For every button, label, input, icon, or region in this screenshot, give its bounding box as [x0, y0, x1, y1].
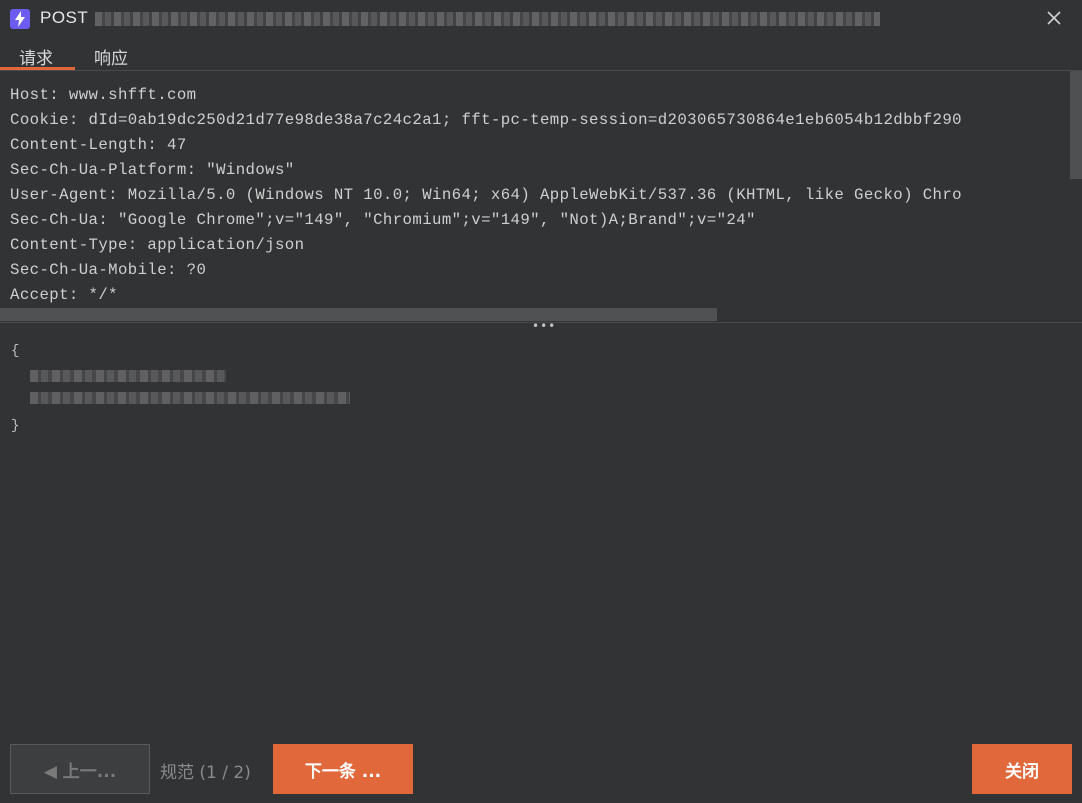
title-bar: POST: [0, 0, 1082, 36]
horizontal-scrollbar[interactable]: [0, 308, 717, 321]
close-button[interactable]: 关闭: [972, 744, 1072, 794]
header-line: Accept: */*: [10, 286, 118, 304]
body-line-redacted: [30, 370, 226, 382]
resize-grip-icon[interactable]: •••: [532, 319, 556, 333]
body-open-brace: {: [11, 343, 20, 359]
header-line: Host: www.shfft.com: [10, 86, 197, 104]
prev-button[interactable]: ◀ 上一...: [10, 744, 150, 794]
header-line: User-Agent: Mozilla/5.0 (Windows NT 10.0…: [10, 186, 962, 204]
lightning-icon: [10, 9, 30, 29]
request-headers-panel: Host: www.shfft.com Cookie: dId=0ab19dc2…: [0, 71, 1070, 307]
tab-bar: 请求 响应: [0, 36, 1082, 71]
vertical-scrollbar[interactable]: [1070, 71, 1082, 179]
body-close-brace: }: [11, 418, 20, 434]
header-line: Content-Length: 47: [10, 136, 187, 154]
header-line: Sec-Ch-Ua-Platform: "Windows": [10, 161, 295, 179]
body-line-redacted: [30, 392, 350, 404]
next-button[interactable]: 下一条 ...: [273, 744, 413, 794]
close-icon[interactable]: [1044, 8, 1064, 28]
request-url-redacted: [95, 12, 880, 26]
request-method: POST: [40, 8, 89, 27]
active-tab-indicator: [0, 67, 75, 70]
tab-response[interactable]: 响应: [94, 44, 128, 69]
header-line: Content-Type: application/json: [10, 236, 305, 254]
spec-counter: 规范 (1 / 2): [160, 763, 251, 783]
header-line: Sec-Ch-Ua: "Google Chrome";v="149", "Chr…: [10, 211, 756, 229]
tab-request[interactable]: 请求: [19, 44, 53, 69]
header-line: Sec-Ch-Ua-Mobile: ?0: [10, 261, 207, 279]
header-line: Cookie: dId=0ab19dc250d21d77e98de38a7c24…: [10, 111, 962, 129]
